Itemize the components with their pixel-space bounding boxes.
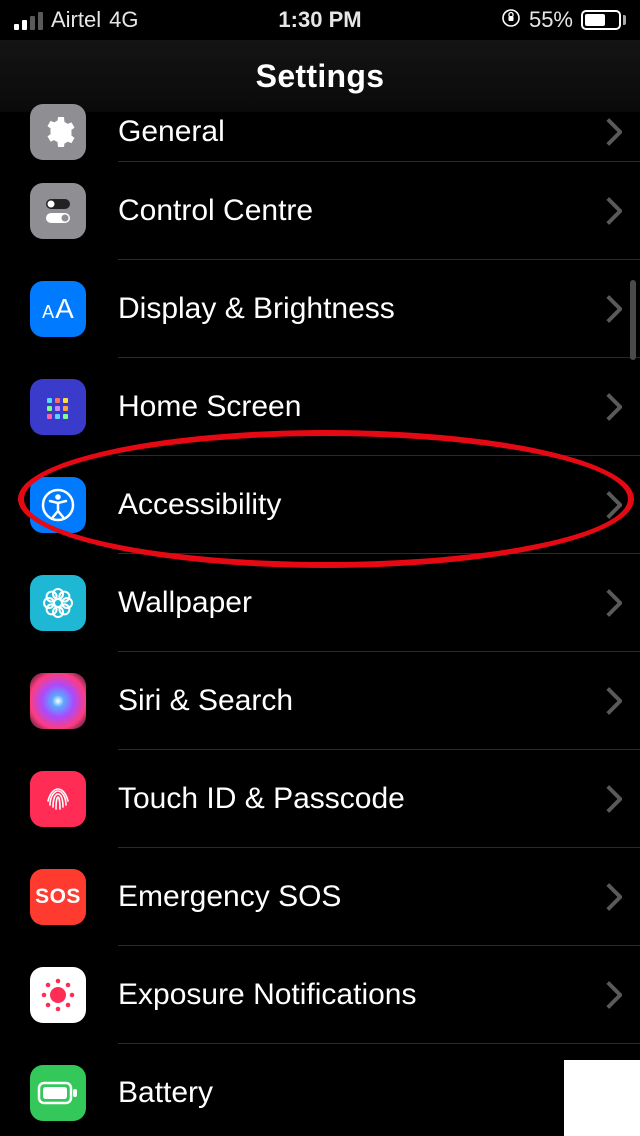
- siri-icon: [30, 673, 86, 729]
- status-right: 55%: [501, 7, 626, 33]
- row-exposure-notifications[interactable]: Exposure Notifications: [0, 946, 640, 1044]
- chevron-right-icon: [606, 295, 622, 323]
- row-label: Emergency SOS: [118, 880, 606, 914]
- status-left: Airtel 4G: [14, 7, 138, 33]
- chevron-right-icon: [606, 687, 622, 715]
- exposure-icon: [30, 967, 86, 1023]
- row-home-screen[interactable]: Home Screen: [0, 358, 640, 456]
- white-overlay: [564, 1060, 640, 1136]
- grid-icon: [30, 379, 86, 435]
- toggle-icon: [30, 183, 86, 239]
- chevron-right-icon: [606, 491, 622, 519]
- fingerprint-icon: [30, 771, 86, 827]
- row-siri-search[interactable]: Siri & Search: [0, 652, 640, 750]
- orientation-lock-icon: [501, 8, 521, 33]
- chevron-right-icon: [606, 393, 622, 421]
- settings-list[interactable]: General Control Centre AA Display & Brig…: [0, 102, 640, 1136]
- row-display-brightness[interactable]: AA Display & Brightness: [0, 260, 640, 358]
- row-label: Home Screen: [118, 390, 606, 424]
- row-control-centre[interactable]: Control Centre: [0, 162, 640, 260]
- chevron-right-icon: [606, 197, 622, 225]
- row-label: Accessibility: [118, 488, 606, 522]
- row-label: Siri & Search: [118, 684, 606, 718]
- carrier-label: Airtel: [51, 7, 101, 33]
- signal-icon: [14, 10, 43, 30]
- row-label: Wallpaper: [118, 586, 606, 620]
- row-label: Control Centre: [118, 194, 606, 228]
- row-touch-id[interactable]: Touch ID & Passcode: [0, 750, 640, 848]
- chevron-right-icon: [606, 118, 622, 146]
- row-label: Touch ID & Passcode: [118, 782, 606, 816]
- row-battery[interactable]: Battery: [0, 1044, 640, 1136]
- chevron-right-icon: [606, 883, 622, 911]
- row-label: Exposure Notifications: [118, 978, 606, 1012]
- row-wallpaper[interactable]: Wallpaper: [0, 554, 640, 652]
- row-emergency-sos[interactable]: SOS Emergency SOS: [0, 848, 640, 946]
- status-bar: Airtel 4G 1:30 PM 55%: [0, 0, 640, 40]
- row-general[interactable]: General: [0, 102, 640, 162]
- row-label: General: [118, 115, 606, 149]
- battery-icon: [581, 10, 626, 30]
- row-label: Battery: [118, 1076, 622, 1110]
- scroll-indicator: [630, 280, 636, 360]
- battery-icon: [30, 1065, 86, 1121]
- text-size-icon: AA: [30, 281, 86, 337]
- settings-screen: Airtel 4G 1:30 PM 55% Settings General: [0, 0, 640, 1136]
- gear-icon: [30, 104, 86, 160]
- network-label: 4G: [109, 7, 138, 33]
- chevron-right-icon: [606, 589, 622, 617]
- sos-icon: SOS: [30, 869, 86, 925]
- battery-percent: 55%: [529, 7, 573, 33]
- row-accessibility[interactable]: Accessibility: [0, 456, 640, 554]
- chevron-right-icon: [606, 981, 622, 1009]
- clock: 1:30 PM: [278, 7, 361, 33]
- chevron-right-icon: [606, 785, 622, 813]
- row-label: Display & Brightness: [118, 292, 606, 326]
- flower-icon: [30, 575, 86, 631]
- accessibility-icon: [30, 477, 86, 533]
- page-title: Settings: [256, 58, 385, 95]
